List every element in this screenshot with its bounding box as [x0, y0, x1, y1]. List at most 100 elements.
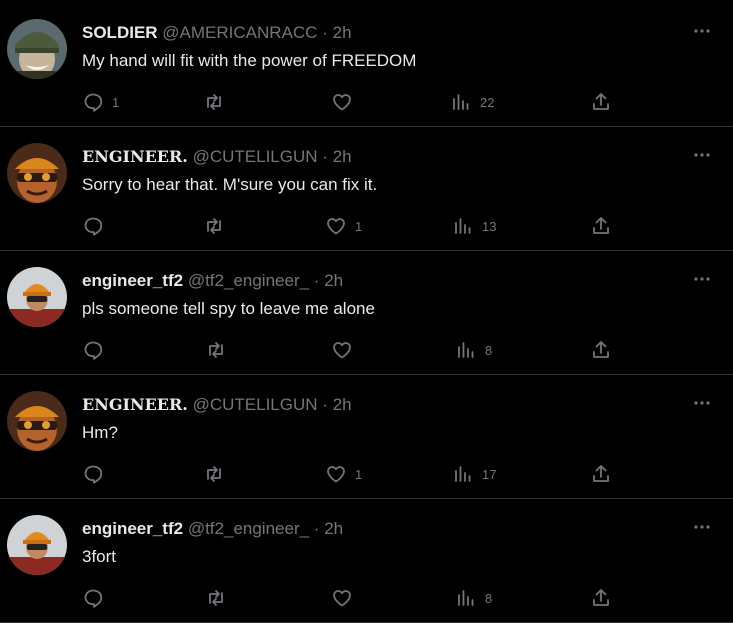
user-handle[interactable]: @CUTELILGUN: [193, 395, 318, 414]
views-count: 17: [482, 466, 497, 482]
tweet[interactable]: engineer_tf2 @tf2_engineer_ · 2h pls som…: [0, 251, 733, 375]
display-name[interactable]: SOLDIER: [82, 23, 158, 42]
share-icon: [590, 463, 612, 485]
share-icon: [590, 91, 612, 113]
like-count: 1: [355, 466, 363, 482]
views-button[interactable]: 13: [452, 214, 496, 238]
share-button[interactable]: [590, 462, 612, 486]
reply-icon: [82, 91, 104, 113]
views-count: 8: [485, 342, 493, 358]
views-icon: [455, 339, 477, 361]
timestamp[interactable]: 2h: [333, 23, 352, 42]
display-name[interactable]: ENGINEER.: [82, 147, 188, 166]
reply-button[interactable]: [82, 462, 112, 486]
share-icon: [590, 339, 612, 361]
more-icon[interactable]: [691, 269, 713, 289]
views-button[interactable]: 17: [452, 462, 496, 486]
repost-icon: [203, 463, 225, 485]
heart-icon: [325, 463, 347, 485]
repost-button[interactable]: [205, 586, 235, 610]
tweet-text: pls someone tell spy to leave me alone: [82, 299, 375, 318]
like-button[interactable]: [331, 90, 361, 114]
views-count: 22: [480, 94, 495, 110]
like-button[interactable]: [331, 586, 361, 610]
user-handle[interactable]: @AMERICANRACC: [162, 23, 317, 42]
tweet[interactable]: ENGINEER. @CUTELILGUN · 2h Sorry to hear…: [0, 127, 733, 251]
more-icon[interactable]: [691, 393, 713, 413]
tweet[interactable]: ENGINEER. @CUTELILGUN · 2h Hm? 1 17: [0, 375, 733, 499]
repost-button[interactable]: [205, 338, 235, 362]
reply-button[interactable]: [82, 338, 112, 362]
reply-button[interactable]: [82, 214, 112, 238]
more-icon[interactable]: [691, 517, 713, 537]
display-name[interactable]: engineer_tf2: [82, 271, 183, 290]
repost-button[interactable]: [203, 214, 233, 238]
user-handle[interactable]: @tf2_engineer_: [188, 271, 309, 290]
tweet-actions: 8: [0, 338, 733, 362]
tweet[interactable]: engineer_tf2 @tf2_engineer_ · 2h 3fort 8: [0, 499, 733, 623]
separator-dot: ·: [322, 147, 328, 166]
soldier-avatar[interactable]: [7, 19, 67, 79]
tweet-text: Sorry to hear that. M'sure you can fix i…: [82, 175, 378, 194]
repost-button[interactable]: [203, 90, 233, 114]
like-count: 1: [355, 218, 363, 234]
timestamp[interactable]: 2h: [324, 271, 343, 290]
engineer-avatar[interactable]: [7, 391, 67, 451]
like-button[interactable]: [331, 338, 361, 362]
heart-icon: [331, 91, 353, 113]
user-handle[interactable]: @CUTELILGUN: [193, 147, 318, 166]
tweet-text: Hm?: [82, 423, 118, 442]
timestamp[interactable]: 2h: [333, 147, 352, 166]
reply-icon: [82, 215, 104, 237]
tweet-actions: 1 22: [0, 90, 733, 114]
share-button[interactable]: [590, 338, 612, 362]
tweet-actions: 1 17: [0, 462, 733, 486]
separator-dot: ·: [322, 395, 328, 414]
tweet[interactable]: SOLDIER @AMERICANRACC · 2h My hand will …: [0, 3, 733, 127]
display-name[interactable]: ENGINEER.: [82, 395, 188, 414]
share-icon: [590, 587, 612, 609]
engineer-tf2-avatar[interactable]: [7, 267, 67, 327]
separator-dot: ·: [322, 23, 328, 42]
tweet-text: My hand will fit with the power of FREED…: [82, 51, 417, 70]
share-button[interactable]: [590, 214, 612, 238]
timestamp[interactable]: 2h: [324, 519, 343, 538]
reply-button[interactable]: 1: [82, 90, 119, 114]
views-button[interactable]: 22: [450, 90, 494, 114]
tweet-actions: 8: [0, 586, 733, 610]
like-button[interactable]: 1: [325, 462, 362, 486]
tweet-text: 3fort: [82, 547, 117, 566]
reply-button[interactable]: [82, 586, 112, 610]
share-icon: [590, 215, 612, 237]
repost-icon: [205, 339, 227, 361]
user-handle[interactable]: @tf2_engineer_: [188, 519, 309, 538]
repost-icon: [205, 587, 227, 609]
tweet-header: engineer_tf2 @tf2_engineer_ · 2h: [82, 518, 343, 540]
tweet-header: SOLDIER @AMERICANRACC · 2h: [82, 22, 352, 44]
reply-icon: [82, 587, 104, 609]
more-icon[interactable]: [691, 145, 713, 165]
tweet-actions: 1 13: [0, 214, 733, 238]
tweet-header: ENGINEER. @CUTELILGUN · 2h: [82, 394, 352, 416]
heart-icon: [331, 339, 353, 361]
engineer-tf2-avatar[interactable]: [7, 515, 67, 575]
repost-icon: [203, 215, 225, 237]
repost-button[interactable]: [203, 462, 233, 486]
views-button[interactable]: 8: [455, 586, 492, 610]
views-icon: [452, 463, 474, 485]
display-name[interactable]: engineer_tf2: [82, 519, 183, 538]
timestamp[interactable]: 2h: [333, 395, 352, 414]
heart-icon: [325, 215, 347, 237]
reply-icon: [82, 339, 104, 361]
share-button[interactable]: [590, 90, 612, 114]
repost-icon: [203, 91, 225, 113]
separator-dot: ·: [313, 519, 320, 538]
views-button[interactable]: 8: [455, 338, 492, 362]
engineer-avatar[interactable]: [7, 143, 67, 203]
heart-icon: [331, 587, 353, 609]
share-button[interactable]: [590, 586, 612, 610]
more-icon[interactable]: [691, 21, 713, 41]
reply-icon: [82, 463, 104, 485]
views-icon: [452, 215, 474, 237]
like-button[interactable]: 1: [325, 214, 362, 238]
